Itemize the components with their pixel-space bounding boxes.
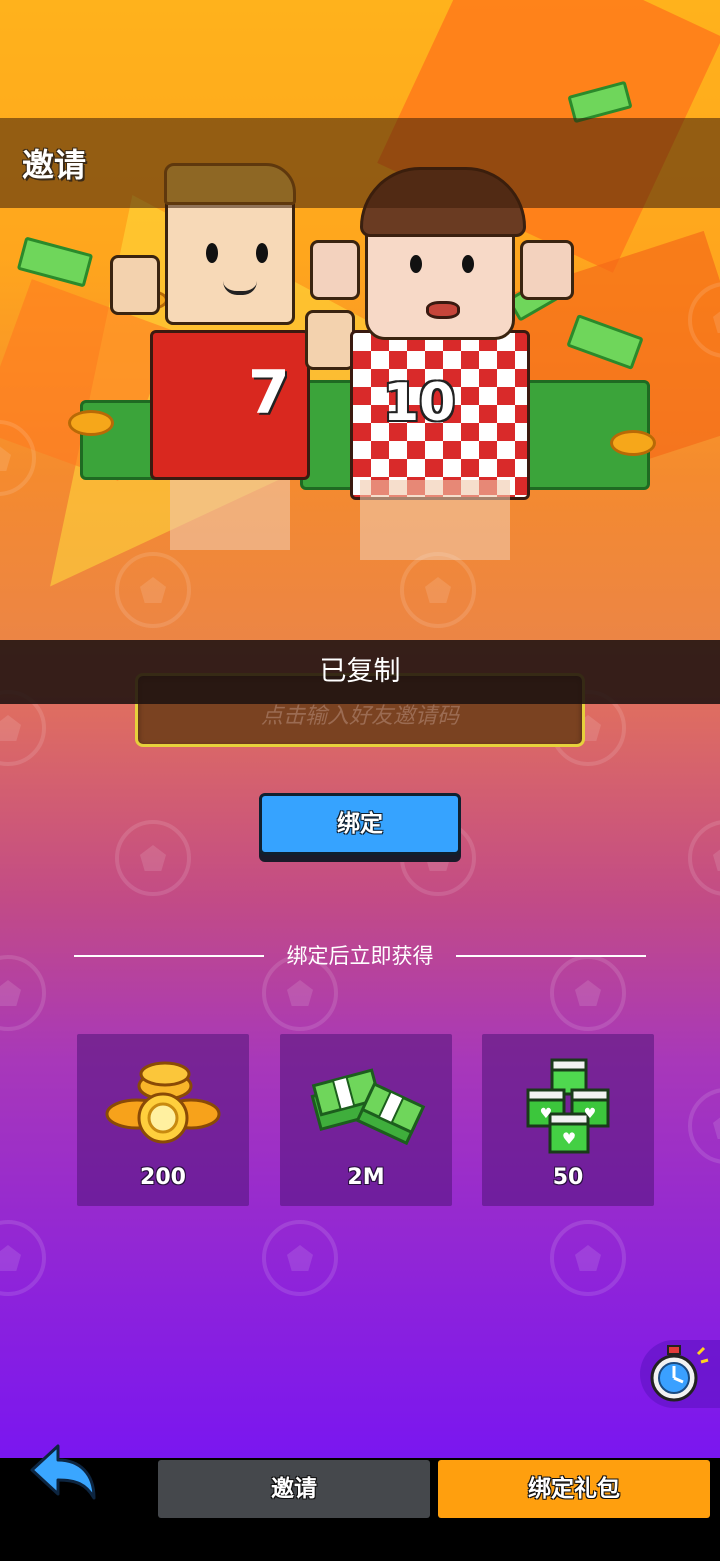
coin-icon [68, 410, 114, 436]
player-seven-figure: 7 [110, 150, 355, 550]
back-button[interactable] [24, 1440, 104, 1512]
invite-screen: 7 10 邀请 已复制 点击输入好友邀请码 绑定 绑定后立即获得 200 2M … [0, 0, 720, 1458]
page-title: 邀请 [22, 146, 87, 184]
reward-amount: 50 [552, 1165, 584, 1190]
tab-bind-gift[interactable]: 绑定礼包 [438, 1460, 710, 1518]
bind-button[interactable]: 绑定 [259, 793, 461, 855]
soccer-ball-watermark [400, 552, 476, 628]
soccer-ball-watermark [0, 955, 46, 1031]
player-ten-figure: 10 [310, 160, 574, 560]
reward-section-header: 绑定后立即获得 [74, 940, 646, 972]
back-arrow-icon [30, 1444, 96, 1500]
tab-invite[interactable]: 邀请 [158, 1460, 430, 1518]
cash-stack-icon [306, 1056, 426, 1156]
reward-amount: 200 [140, 1165, 186, 1190]
player-legs [170, 480, 290, 550]
svg-text:♥: ♥ [584, 1106, 597, 1122]
player-head [164, 163, 296, 325]
soccer-ball-watermark [262, 1220, 338, 1296]
stopwatch-button[interactable] [640, 1340, 720, 1408]
player-shirt: 10 [350, 330, 530, 500]
invite-code-placeholder: 点击输入好友邀请码 [260, 704, 459, 729]
soccer-ball-watermark [550, 1220, 626, 1296]
soccer-ball-watermark [688, 820, 720, 896]
stopwatch-icon [650, 1345, 709, 1402]
reward-section-title: 绑定后立即获得 [286, 944, 434, 968]
svg-text:♥: ♥ [562, 1129, 576, 1148]
hero-banner: 7 10 [0, 0, 720, 640]
soccer-ball-watermark [0, 1220, 46, 1296]
player-fist [310, 240, 360, 300]
reward-card-cash: 2M [280, 1034, 452, 1206]
copied-toast: 已复制 [0, 640, 720, 704]
player-fist [110, 255, 160, 315]
reward-card-hearts: ♥ ♥ ♥ 50 [482, 1034, 654, 1206]
green-heart-cubes-icon: ♥ ♥ ♥ [508, 1056, 628, 1156]
soccer-ball-watermark [688, 1088, 720, 1164]
header-bar [0, 118, 720, 208]
reward-card-coins: 200 [77, 1034, 249, 1206]
gold-coins-icon [103, 1056, 223, 1156]
player-shirt: 7 [150, 330, 310, 480]
player-fist [520, 240, 574, 300]
soccer-ball-watermark [115, 552, 191, 628]
svg-text:♥: ♥ [540, 1106, 553, 1122]
coin-icon [610, 430, 656, 456]
player-head [360, 167, 526, 340]
player-legs [360, 480, 510, 560]
reward-amount: 2M [347, 1165, 385, 1190]
soccer-ball-watermark [115, 820, 191, 896]
